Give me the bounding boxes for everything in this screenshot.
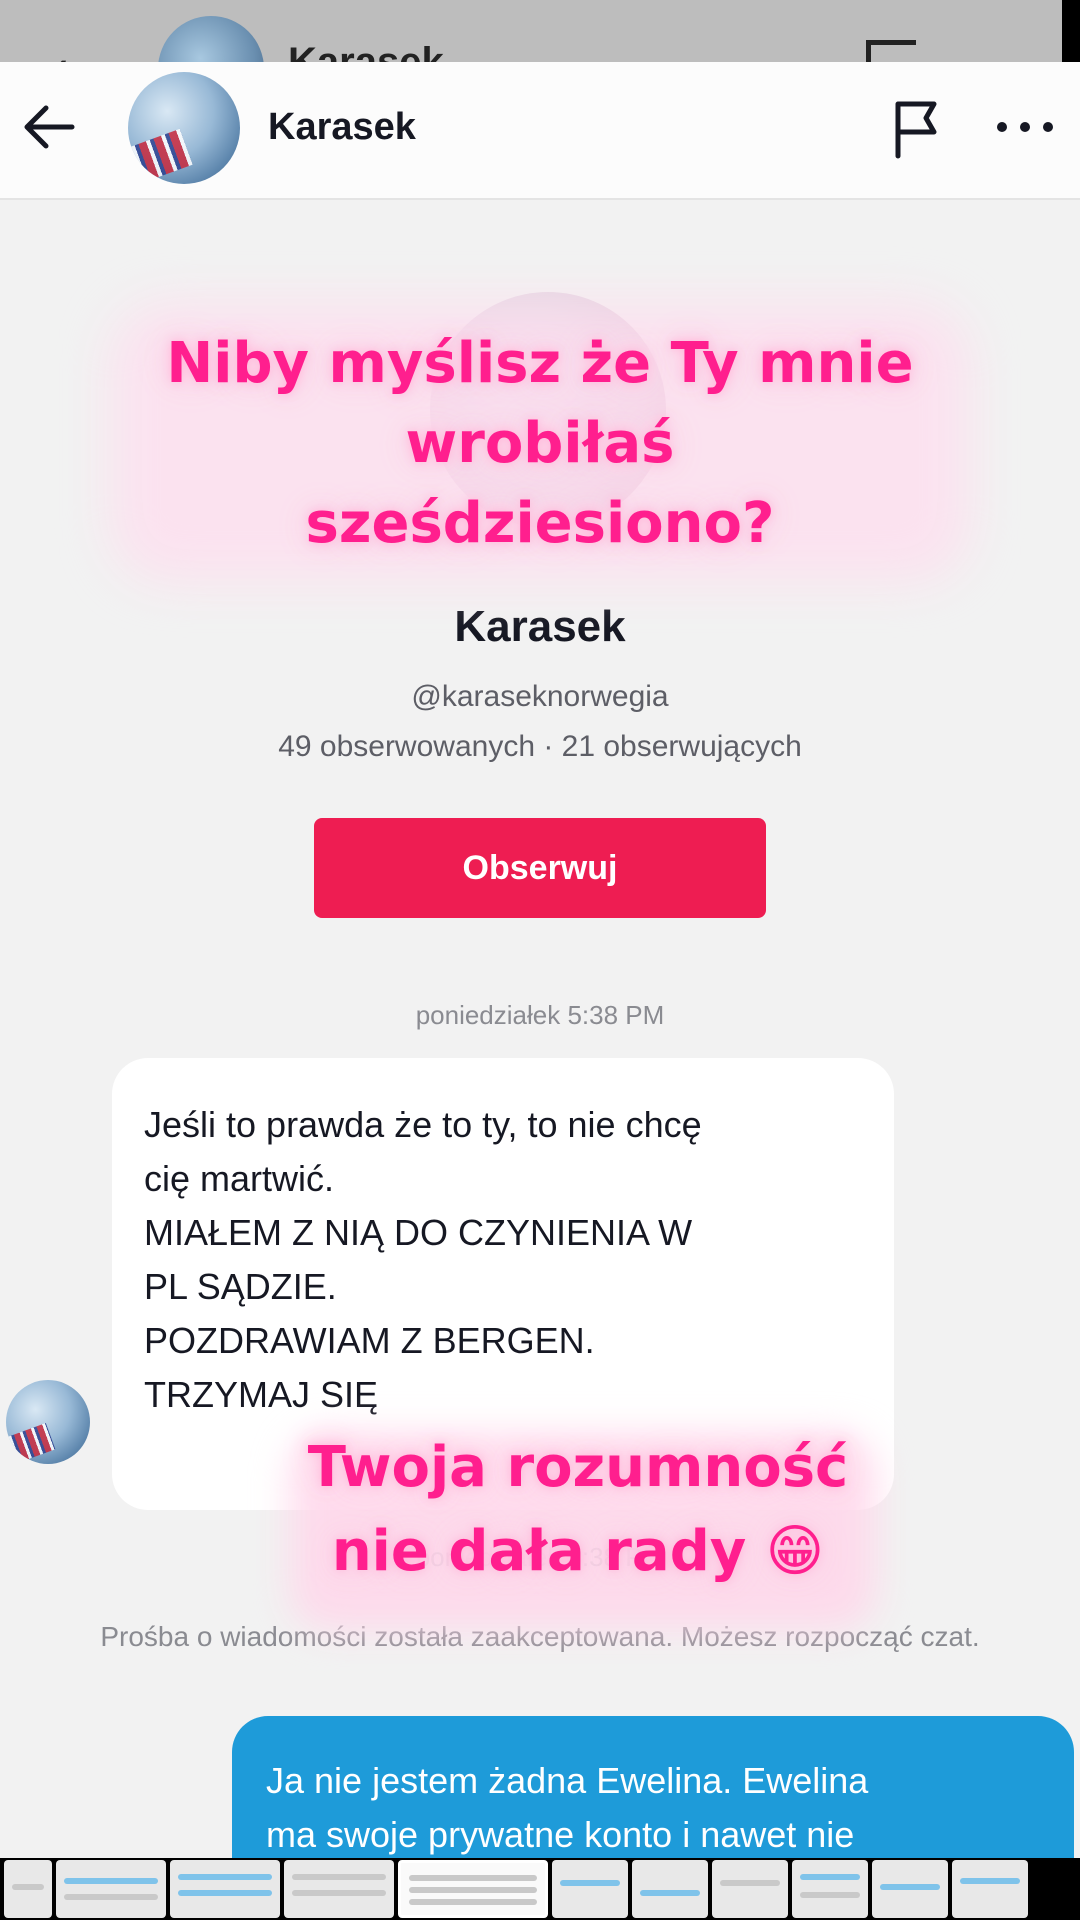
back-button[interactable] bbox=[14, 92, 84, 162]
header-avatar[interactable] bbox=[128, 72, 240, 184]
ghost-header-name: Karasek bbox=[288, 40, 444, 62]
video-timeline[interactable] bbox=[0, 1858, 1080, 1920]
flag-icon bbox=[895, 101, 937, 159]
ghost-flag-icon bbox=[866, 40, 916, 62]
outgoing-message-bubble[interactable]: Ja nie jestem żadna Ewelina. Ewelina ma … bbox=[232, 1716, 1074, 1858]
message-line: POZDRAWIAM Z BERGEN. bbox=[144, 1320, 595, 1361]
ghost-avatar bbox=[158, 16, 264, 62]
message-timestamp: poniedziałek 5:38 PM bbox=[415, 1000, 665, 1030]
message-line: TRZYMAJ SIĘ bbox=[144, 1374, 379, 1415]
timeline-thumbnail[interactable] bbox=[792, 1860, 868, 1918]
timeline-thumbnail[interactable] bbox=[872, 1860, 948, 1918]
profile-handle: @karaseknorwegia bbox=[411, 680, 669, 713]
profile-stats: 49 obserwowanych · 21 obserwujących bbox=[278, 730, 802, 763]
chat-screen: Karasek Karasek @karaseknorwegia 49 obse… bbox=[0, 62, 1080, 1858]
timeline-thumbnail[interactable] bbox=[952, 1860, 1028, 1918]
report-button[interactable] bbox=[884, 96, 950, 162]
message-line: PL SĄDZIE. bbox=[144, 1266, 337, 1307]
caption-line: Twoja rozumność bbox=[307, 1435, 849, 1500]
more-options-button[interactable] bbox=[990, 102, 1060, 152]
back-arrow-icon bbox=[24, 105, 75, 149]
message-line: Jeśli to prawda że to ty, to nie chcę bbox=[144, 1104, 702, 1145]
caption-bottom: Twoja rozumność nie dała rady 😁 bbox=[278, 1426, 878, 1594]
message-line: cię martwić. bbox=[144, 1158, 335, 1199]
timeline-thumbnail-selected[interactable] bbox=[398, 1860, 548, 1918]
timeline-thumbnail[interactable] bbox=[712, 1860, 788, 1918]
caption-line: Niby myślisz że Ty mnie bbox=[166, 331, 914, 396]
caption-line: sześdziesiono? bbox=[305, 491, 775, 556]
timeline-thumbnail[interactable] bbox=[56, 1860, 166, 1918]
chat-header: Karasek bbox=[0, 62, 1080, 200]
ghost-back-arrow-icon: ‹ bbox=[52, 40, 68, 62]
sender-avatar[interactable] bbox=[6, 1380, 90, 1464]
timeline-thumbnail[interactable] bbox=[284, 1860, 394, 1918]
caption-line: wrobiłaś bbox=[405, 411, 675, 476]
timeline-thumbnail[interactable] bbox=[552, 1860, 628, 1918]
message-line: MIAŁEM Z NIĄ DO CZYNIENIA W bbox=[144, 1212, 693, 1253]
caption-line: nie dała rady 😁 bbox=[331, 1519, 825, 1584]
message-line: Ja nie jestem żadna Ewelina. Ewelina bbox=[266, 1760, 869, 1801]
timeline-thumbnail[interactable] bbox=[170, 1860, 280, 1918]
more-dots-icon bbox=[997, 122, 1053, 132]
profile-name: Karasek bbox=[454, 602, 626, 651]
header-name[interactable]: Karasek bbox=[268, 106, 416, 149]
follow-button[interactable]: Obserwuj bbox=[314, 818, 766, 918]
timeline-thumbnail[interactable] bbox=[4, 1860, 52, 1918]
message-line: ma swoje prywatne konto i nawet nie bbox=[266, 1814, 855, 1855]
timeline-thumbnail[interactable] bbox=[632, 1860, 708, 1918]
caption-top: Niby myślisz że Ty mnie wrobiłaś sześdzi… bbox=[0, 324, 1080, 564]
ghost-header: ‹ Karasek bbox=[0, 0, 1062, 62]
